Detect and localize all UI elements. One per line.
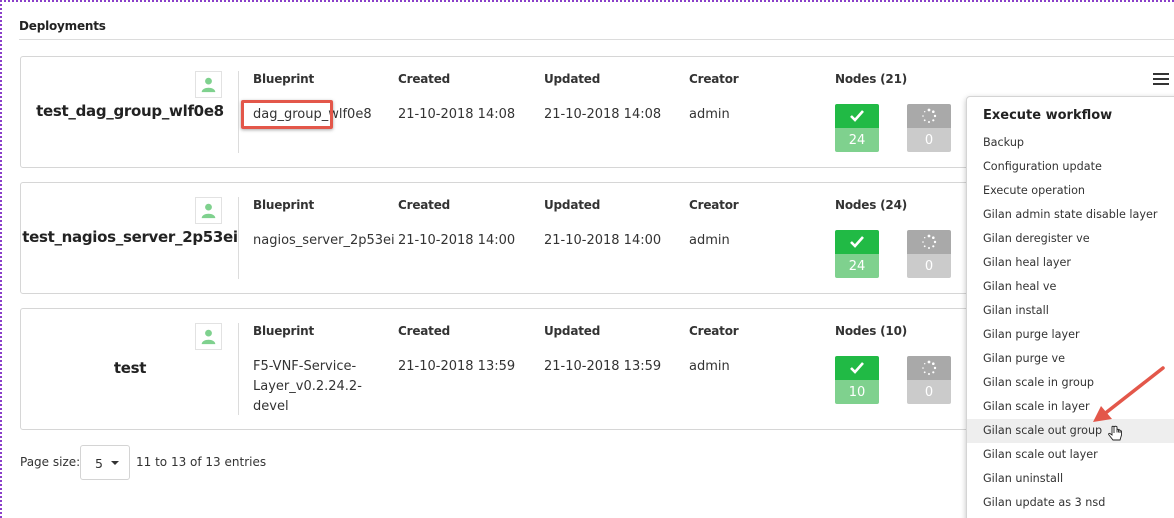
card-divider (238, 71, 239, 153)
hamburger-menu-icon[interactable] (1153, 73, 1169, 87)
blueprint-link[interactable]: F5-VNF-Service-Layer_v0.2.24.2-devel (253, 357, 371, 417)
updated-value: 21-10-2018 14:00 (544, 233, 662, 248)
blueprint-link[interactable]: nagios_server_2p53ei (253, 233, 395, 248)
workflow-item-install[interactable]: Gilan install (967, 299, 1174, 323)
nodes-ok-count: 10 (835, 380, 879, 404)
updated-value: 21-10-2018 14:08 (544, 107, 662, 122)
deployment-name[interactable]: test (21, 359, 239, 377)
hand-cursor-icon (1108, 425, 1122, 441)
blueprint-header: Blueprint (253, 324, 315, 338)
workflow-item-execute-operation[interactable]: Execute operation (967, 179, 1174, 203)
execute-workflow-menu: Execute workflow Backup Configuration up… (966, 96, 1174, 518)
nodes-ok-badge[interactable]: 10 (835, 356, 879, 404)
workflow-item-backup[interactable]: Backup (967, 131, 1174, 155)
creator-header: Creator (689, 72, 739, 86)
chevron-down-icon (111, 461, 119, 465)
section-title: Deployments (19, 19, 106, 33)
user-icon (195, 323, 222, 350)
workflow-item-purge-layer[interactable]: Gilan purge layer (967, 323, 1174, 347)
created-value: 21-10-2018 13:59 (398, 359, 516, 374)
user-icon (195, 71, 222, 98)
created-header: Created (398, 72, 451, 86)
workflow-item-configuration-update[interactable]: Configuration update (967, 155, 1174, 179)
nodes-pending-badge[interactable]: 0 (907, 230, 951, 278)
updated-header: Updated (544, 324, 601, 338)
creator-value: admin (689, 359, 730, 374)
nodes-pending-count: 0 (907, 128, 951, 152)
created-value: 21-10-2018 14:08 (398, 107, 516, 122)
highlight-annotation (241, 100, 333, 129)
frame-top-border (0, 0, 1174, 4)
user-icon (195, 197, 222, 224)
workflow-menu-header: Execute workflow (983, 108, 1113, 123)
workflow-item-scale-out-layer[interactable]: Gilan scale out layer (967, 443, 1174, 467)
creator-value: admin (689, 233, 730, 248)
nodes-ok-count: 24 (835, 128, 879, 152)
spinner-icon (907, 356, 951, 380)
nodes-pending-count: 0 (907, 254, 951, 278)
nodes-header: Nodes (21) (835, 72, 908, 86)
annotation-arrow (1093, 366, 1165, 422)
created-value: 21-10-2018 14:00 (398, 233, 516, 248)
workflow-item-heal-ve[interactable]: Gilan heal ve (967, 275, 1174, 299)
nodes-pending-badge[interactable]: 0 (907, 356, 951, 404)
page-size-label: Page size: (20, 455, 81, 469)
check-icon (835, 230, 879, 254)
entries-info: 11 to 13 of 13 entries (136, 455, 267, 469)
workflow-item-heal-layer[interactable]: Gilan heal layer (967, 251, 1174, 275)
check-icon (835, 104, 879, 128)
created-header: Created (398, 324, 451, 338)
nodes-pending-badge[interactable]: 0 (907, 104, 951, 152)
frame-left-border (0, 0, 3, 518)
creator-header: Creator (689, 324, 739, 338)
updated-value: 21-10-2018 13:59 (544, 359, 662, 374)
nodes-ok-badge[interactable]: 24 (835, 230, 879, 278)
nodes-ok-badge[interactable]: 24 (835, 104, 879, 152)
workflow-item-deregister-ve[interactable]: Gilan deregister ve (967, 227, 1174, 251)
created-header: Created (398, 198, 451, 212)
nodes-header: Nodes (24) (835, 198, 908, 212)
nodes-pending-count: 0 (907, 380, 951, 404)
updated-header: Updated (544, 198, 601, 212)
check-icon (835, 356, 879, 380)
nodes-ok-count: 24 (835, 254, 879, 278)
spinner-icon (907, 230, 951, 254)
page-size-value: 5 (95, 456, 103, 471)
nodes-header: Nodes (10) (835, 324, 908, 338)
blueprint-header: Blueprint (253, 198, 315, 212)
deployment-name[interactable]: test_dag_group_wlf0e8 (21, 102, 239, 120)
workflow-item-update-as-3-nsd[interactable]: Gilan update as 3 nsd (967, 491, 1174, 515)
workflow-item-uninstall[interactable]: Gilan uninstall (967, 467, 1174, 491)
creator-header: Creator (689, 198, 739, 212)
card-divider (238, 323, 239, 415)
spinner-icon (907, 104, 951, 128)
card-divider (238, 197, 239, 279)
updated-header: Updated (544, 72, 601, 86)
section-divider (19, 39, 1174, 40)
deployment-name[interactable]: test_nagios_server_2p53ei (21, 228, 239, 246)
creator-value: admin (689, 107, 730, 122)
page-size-select[interactable]: 5 (80, 445, 130, 480)
blueprint-header: Blueprint (253, 72, 315, 86)
workflow-item-admin-state-disable-layer[interactable]: Gilan admin state disable layer (967, 203, 1174, 227)
